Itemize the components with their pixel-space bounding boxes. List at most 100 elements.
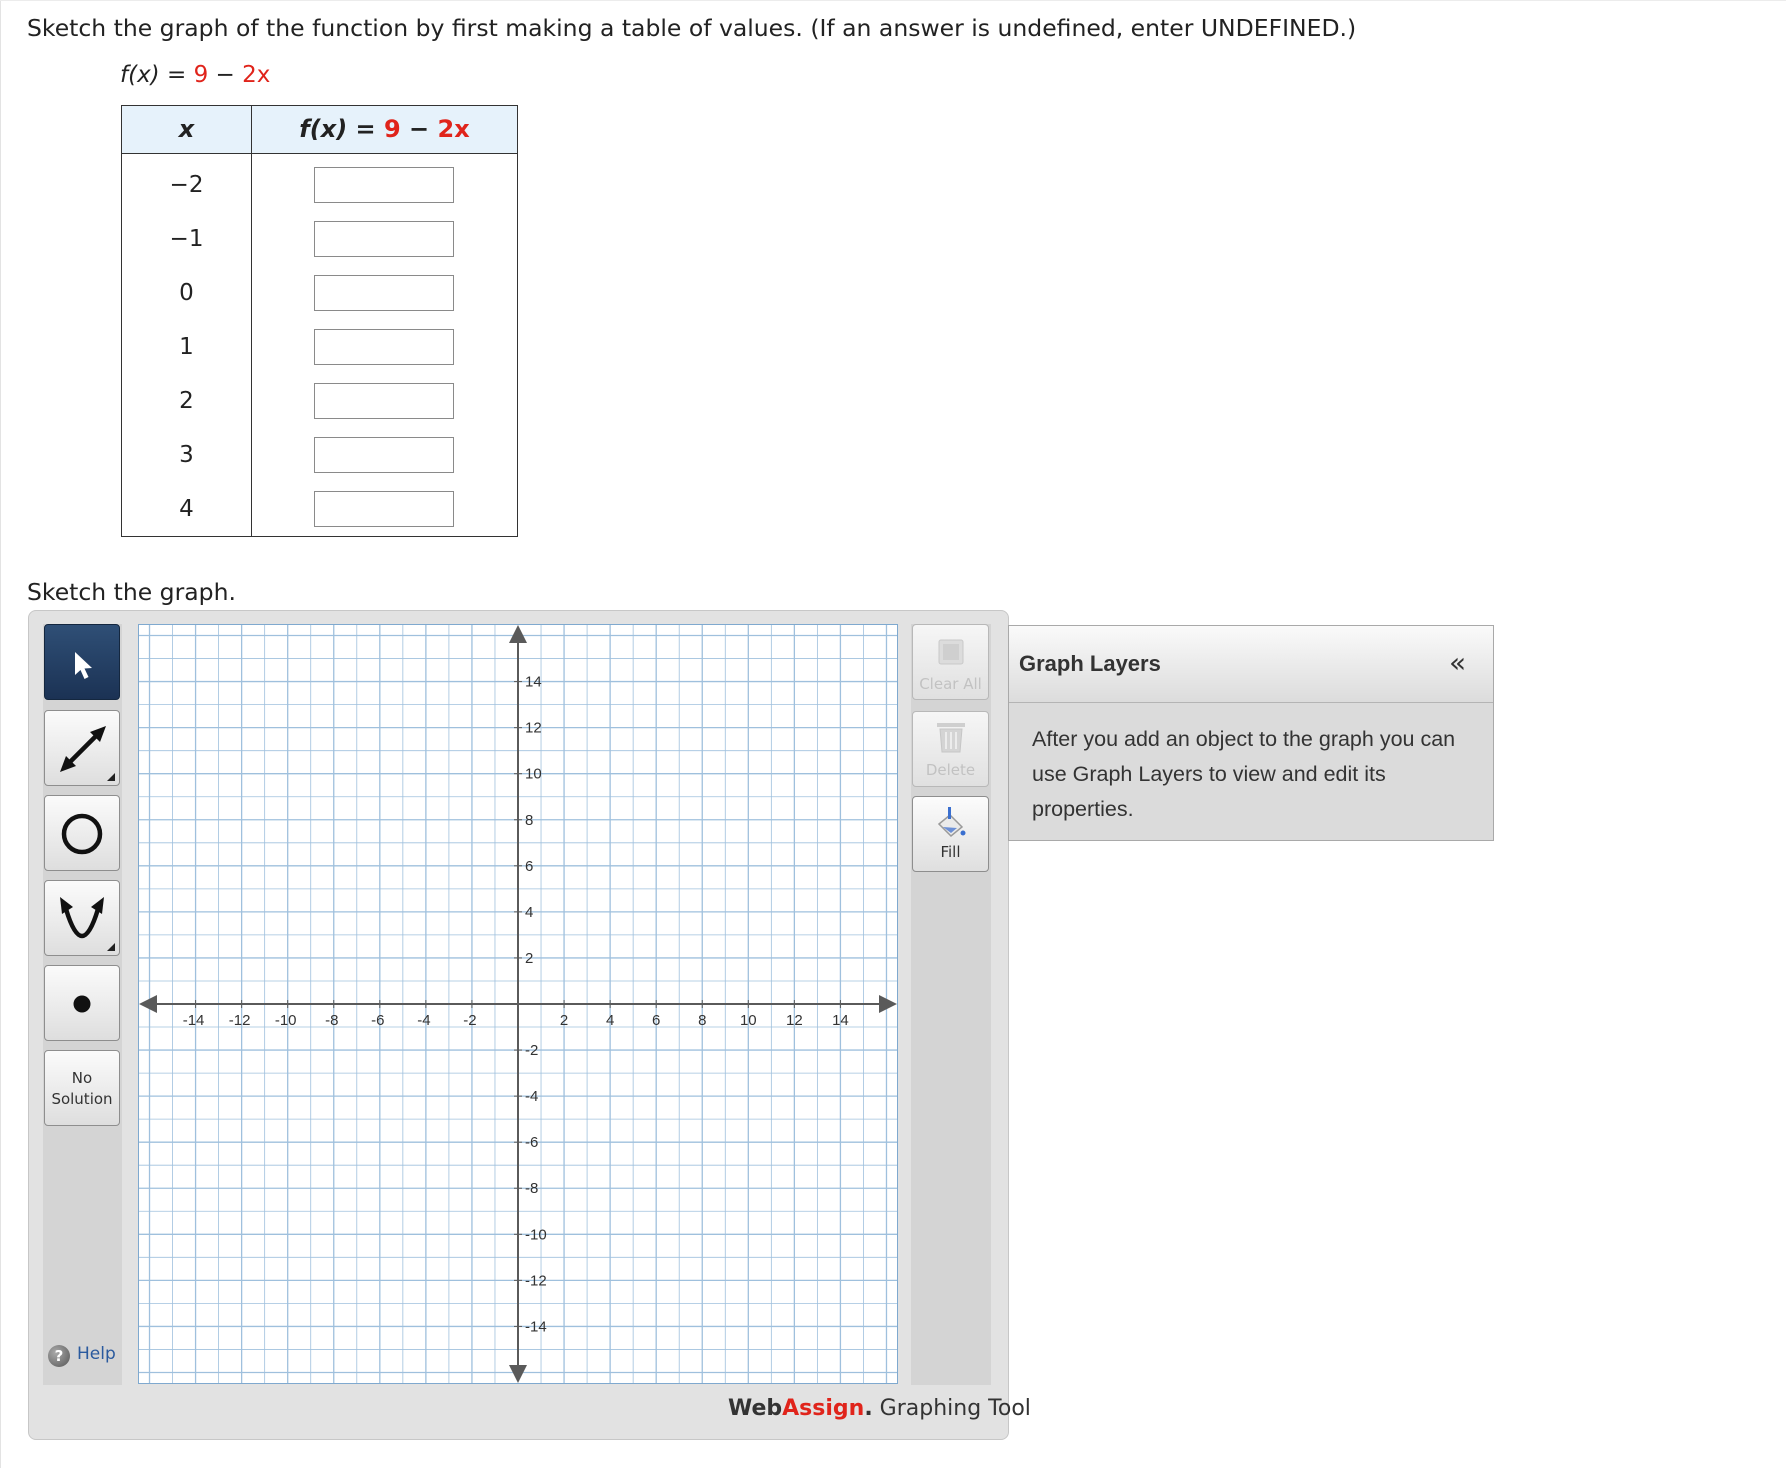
x-tick-label: 4 <box>606 1012 614 1029</box>
x-tick-label: -6 <box>371 1012 384 1029</box>
clear-all-button[interactable]: Clear All <box>912 624 989 700</box>
function-term: 2x <box>242 62 271 88</box>
clear-all-label: Clear All <box>919 675 982 693</box>
table-header-row: x f(x) = 9 − 2x <box>122 106 517 154</box>
y-tick-label: -10 <box>525 1226 547 1243</box>
circle-tool-icon <box>61 813 103 855</box>
brand-dot: . <box>864 1396 873 1421</box>
table-row: −2 <box>122 158 517 212</box>
graph-layers-panel: Graph Layers « After you add an object t… <box>1008 625 1494 841</box>
pointer-icon <box>75 652 92 679</box>
header-fx-constant: 9 <box>383 115 401 143</box>
header-fx: f(x) = 9 − 2x <box>252 106 517 153</box>
x-tick-label: -10 <box>275 1012 297 1029</box>
x-tick-label: -2 <box>463 1012 476 1029</box>
x-tick-label: -4 <box>417 1012 430 1029</box>
function-operator: − <box>208 62 243 88</box>
y-tick-label: -12 <box>525 1272 547 1289</box>
pointer-tool-button[interactable] <box>44 624 120 700</box>
y-tick-label: -8 <box>525 1180 538 1197</box>
table-row: 4 <box>122 482 517 536</box>
graph-layers-description: After you add an object to the graph you… <box>1032 727 1456 821</box>
x-value: 1 <box>179 334 194 360</box>
y-tick-label: 10 <box>525 766 542 783</box>
point-tool-icon <box>73 995 91 1013</box>
fx-answer-input[interactable] <box>314 437 454 473</box>
y-tick-label: -14 <box>525 1318 547 1335</box>
function-lhs: f(x) = <box>120 62 194 88</box>
fx-answer-input[interactable] <box>314 275 454 311</box>
circle-tool-button[interactable] <box>44 795 120 871</box>
delete-button[interactable]: Delete <box>912 711 989 787</box>
x-tick-label: -12 <box>229 1012 251 1029</box>
table-row: 1 <box>122 320 517 374</box>
table-row: 3 <box>122 428 517 482</box>
x-value: 4 <box>179 496 194 522</box>
page-left-border <box>0 0 1 1468</box>
header-fx-operator: − <box>400 115 438 143</box>
header-fx-lhs: f(x) = <box>299 115 384 143</box>
x-value: −1 <box>169 226 204 252</box>
graph-layers-header: Graph Layers « <box>1009 626 1493 703</box>
page-top-border <box>0 0 1786 1</box>
table-row: −1 <box>122 212 517 266</box>
parabola-tool-icon <box>60 897 115 951</box>
help-icon: ? <box>48 1345 70 1367</box>
y-tick-label: -4 <box>525 1088 538 1105</box>
function-definition: f(x) = 9 − 2x <box>120 62 270 88</box>
y-tick-label: 2 <box>525 950 533 967</box>
graph-canvas[interactable]: -14 -12 -10 -8 -6 -4 -2 2 4 6 8 10 12 14 14 12 10 8 6 4 2 -2… <box>138 624 898 1384</box>
y-tick-label: -2 <box>525 1042 538 1059</box>
y-tick-label: 4 <box>525 904 533 921</box>
brand-suffix: Graphing Tool <box>872 1396 1031 1421</box>
x-value: 3 <box>179 442 194 468</box>
collapse-panel-button[interactable]: « <box>1449 646 1466 679</box>
line-tool-icon <box>60 726 115 781</box>
y-tick-label: 12 <box>525 720 542 737</box>
no-solution-label-line1: No <box>71 1069 93 1087</box>
help-label: Help <box>77 1344 116 1364</box>
brand-web: Web <box>728 1396 783 1421</box>
x-tick-label: 2 <box>560 1012 568 1029</box>
x-value: 0 <box>179 280 194 306</box>
table-row: 2 <box>122 374 517 428</box>
x-tick-label: 12 <box>786 1012 803 1029</box>
header-x: x <box>178 115 195 143</box>
point-tool-button[interactable] <box>44 965 120 1041</box>
paint-bucket-icon <box>937 807 966 838</box>
brand-assign: Assign <box>782 1396 865 1421</box>
x-tick-label: -14 <box>183 1012 205 1029</box>
fx-answer-input[interactable] <box>314 383 454 419</box>
header-fx-term: 2x <box>437 115 470 143</box>
graph-layers-title: Graph Layers <box>1019 651 1161 676</box>
line-tool-button[interactable] <box>44 710 120 786</box>
question-instruction: Sketch the graph of the function by firs… <box>27 14 1357 42</box>
y-tick-label: -6 <box>525 1134 538 1151</box>
y-tick-label: 14 <box>525 674 542 691</box>
no-solution-label-line2: Solution <box>51 1090 113 1108</box>
fx-answer-input[interactable] <box>314 329 454 365</box>
no-solution-label: No Solution <box>45 1068 119 1110</box>
x-tick-label: 10 <box>740 1012 757 1029</box>
function-constant: 9 <box>193 62 209 88</box>
webassign-branding: WebAssign. Graphing Tool <box>728 1396 1031 1421</box>
fx-answer-input[interactable] <box>314 221 454 257</box>
no-solution-button[interactable]: No Solution <box>44 1050 120 1126</box>
values-table: x f(x) = 9 − 2x −2 −1 0 1 2 3 4 <box>121 105 518 537</box>
fx-answer-input[interactable] <box>314 491 454 527</box>
table-row: 0 <box>122 266 517 320</box>
x-tick-label: 6 <box>652 1012 660 1029</box>
y-tick-label: 6 <box>525 858 533 875</box>
x-value: −2 <box>169 172 204 198</box>
x-tick-label: 8 <box>698 1012 706 1029</box>
fill-label: Fill <box>940 843 961 861</box>
x-tick-label: 14 <box>832 1012 849 1029</box>
parabola-tool-button[interactable] <box>44 880 120 956</box>
y-tick-label: 8 <box>525 812 533 829</box>
fx-answer-input[interactable] <box>314 167 454 203</box>
fill-button[interactable]: Fill <box>912 796 989 872</box>
sketch-graph-label: Sketch the graph. <box>27 578 236 606</box>
x-value: 2 <box>179 388 194 414</box>
delete-label: Delete <box>925 761 976 779</box>
x-tick-label: -8 <box>325 1012 338 1029</box>
